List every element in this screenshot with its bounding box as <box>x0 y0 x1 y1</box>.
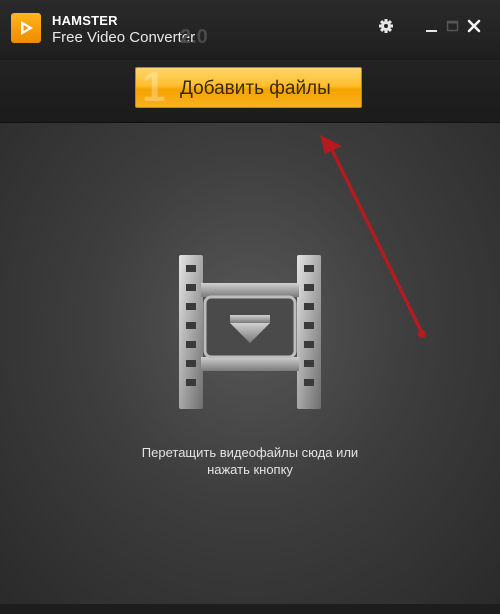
drop-instructions-line1: Перетащить видеофайлы сюда или <box>141 445 359 460</box>
gear-icon <box>379 19 393 33</box>
app-version: 2.0 <box>180 26 208 48</box>
title-bar[interactable]: HAMSTER Free Video Converter 2.0 <box>0 0 500 60</box>
close-button[interactable] <box>466 18 482 34</box>
step-number: 1 <box>142 63 166 110</box>
add-files-label: Добавить файлы <box>180 78 331 99</box>
close-icon <box>467 19 481 33</box>
maximize-icon <box>446 20 459 32</box>
app-name: HAMSTER <box>52 13 118 28</box>
toolbar: 1 Добавить файлы <box>0 60 500 123</box>
app-window: HAMSTER Free Video Converter 2.0 1 Добав… <box>0 0 500 614</box>
maximize-button[interactable] <box>445 18 461 34</box>
minimize-button[interactable] <box>424 18 440 34</box>
app-subtitle: Free Video Converter <box>52 29 196 46</box>
hamster-logo-icon <box>11 13 41 43</box>
add-files-button[interactable]: 1 Добавить файлы <box>135 63 362 110</box>
drop-instructions: Перетащить видеофайлы сюда или нажать кн… <box>0 444 500 478</box>
film-strip-icon <box>179 255 321 409</box>
settings-button[interactable] <box>378 18 394 34</box>
drop-instructions-line2: нажать кнопку <box>207 462 293 477</box>
minimize-icon <box>426 30 437 32</box>
drop-zone[interactable]: Перетащить видеофайлы сюда или нажать кн… <box>0 123 500 604</box>
bottom-bar <box>0 604 500 614</box>
